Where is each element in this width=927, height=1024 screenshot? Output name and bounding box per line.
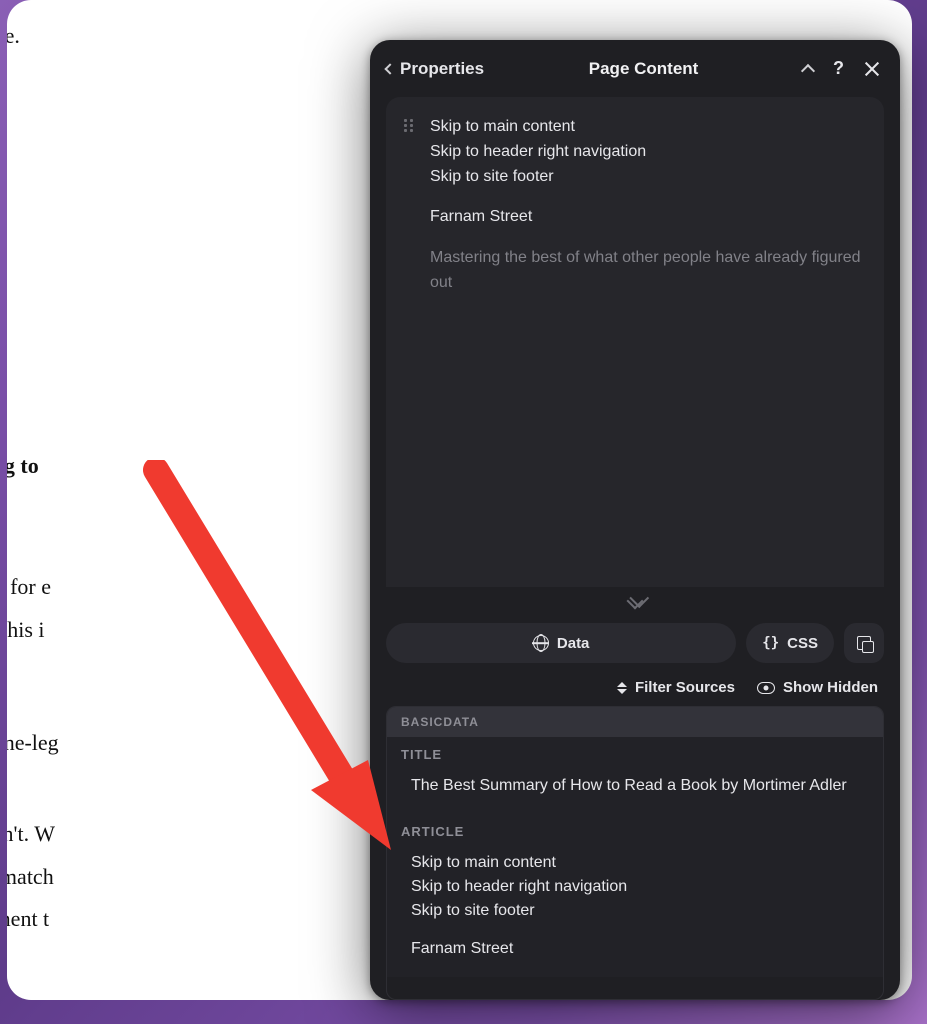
section-article-label[interactable]: ARTICLE — [387, 814, 883, 847]
tab-label: Data — [557, 635, 590, 652]
show-hidden-button[interactable]: Show Hidden — [757, 679, 878, 696]
chevron-left-icon — [384, 63, 395, 74]
tab-label: CSS — [787, 635, 818, 652]
resize-handle[interactable] — [370, 589, 900, 613]
tab-row: Data {} CSS — [370, 623, 900, 673]
popout-icon — [857, 636, 871, 650]
page-content-preview[interactable]: Skip to main content Skip to header righ… — [386, 97, 884, 587]
help-icon[interactable]: ? — [833, 58, 844, 79]
chevron-down-icon — [627, 593, 644, 610]
panel-title: Page Content — [496, 59, 791, 79]
content-line: Skip to header right navigation — [430, 140, 866, 165]
article-line: Skip to site footer — [411, 899, 865, 923]
section-title-value: The Best Summary of How to Read a Book b… — [387, 770, 883, 814]
filter-label: Filter Sources — [635, 679, 735, 696]
content-line-faded: Mastering the best of what other people … — [430, 246, 866, 296]
data-list: BASICDATA TITLE The Best Summary of How … — [386, 706, 884, 1000]
drag-handle-icon[interactable] — [404, 119, 416, 132]
filter-sources-button[interactable]: Filter Sources — [617, 679, 735, 696]
article-line: Skip to main content — [411, 851, 865, 875]
close-icon[interactable] — [864, 61, 880, 77]
back-button[interactable]: Properties — [386, 59, 484, 79]
section-article-value: Skip to main content Skip to header righ… — [387, 847, 883, 977]
section-basicdata[interactable]: BASICDATA — [387, 707, 883, 737]
sort-icon — [617, 682, 627, 694]
tab-css[interactable]: {} CSS — [746, 623, 834, 663]
article-line: Farnam Street — [411, 937, 865, 961]
filter-row: Filter Sources Show Hidden — [370, 673, 900, 706]
back-label: Properties — [400, 59, 484, 79]
article-line: Skip to header right navigation — [411, 875, 865, 899]
content-line: Skip to main content — [430, 115, 575, 140]
content-line: Farnam Street — [430, 205, 866, 230]
globe-icon — [533, 635, 549, 651]
collapse-icon[interactable] — [801, 63, 815, 77]
filter-label: Show Hidden — [783, 679, 878, 696]
content-line: Skip to site footer — [430, 165, 866, 190]
popout-button[interactable] — [844, 623, 884, 663]
section-title-label[interactable]: TITLE — [387, 737, 883, 770]
braces-icon: {} — [762, 635, 779, 651]
tab-data[interactable]: Data — [386, 623, 736, 663]
inspector-panel: Properties Page Content ? Skip to main c… — [370, 40, 900, 1000]
panel-header: Properties Page Content ? — [370, 40, 900, 97]
eye-icon — [757, 682, 775, 694]
